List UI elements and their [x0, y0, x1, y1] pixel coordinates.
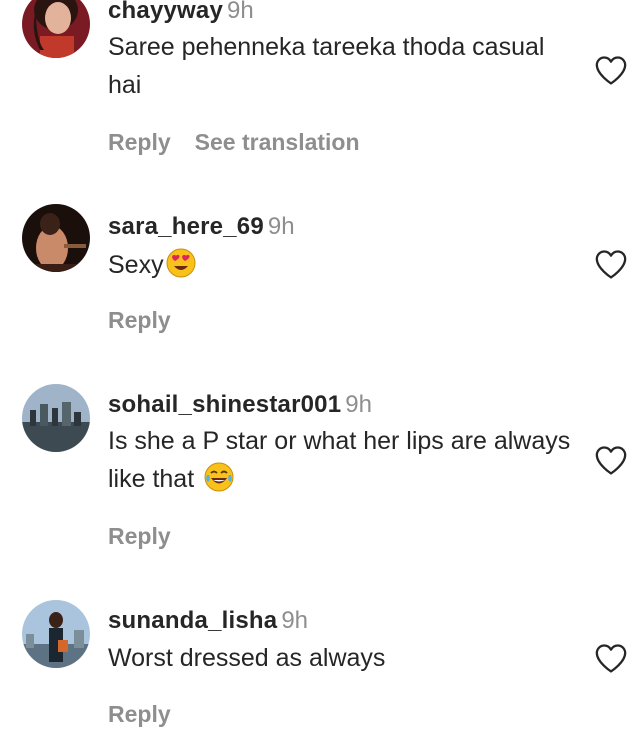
comment-actions: Reply [108, 700, 171, 728]
comment-header: sunanda_lisha 9h [108, 606, 308, 636]
avatar[interactable] [22, 204, 90, 272]
timestamp: 9h [267, 213, 295, 240]
heart-eyes-emoji [166, 248, 196, 278]
avatar[interactable] [22, 384, 90, 452]
comment-text-content: Is she a P star or what her lips are alw… [108, 427, 571, 493]
username[interactable]: sunanda_lisha [108, 607, 277, 634]
tears-of-joy-emoji [204, 462, 234, 492]
comment-actions: Reply See translation [108, 128, 360, 156]
comment-actions: Reply [108, 522, 171, 550]
comment-text: Saree pehenneka tareeka thoda casual hai [108, 33, 545, 99]
comment-header: sohail_shinestar001 9h [108, 390, 372, 420]
avatar[interactable] [22, 600, 90, 668]
heart-outline-icon[interactable] [594, 54, 628, 86]
comment-header: sara_here_69 9h [108, 212, 295, 242]
comment-header: chayyway 9h [108, 0, 254, 26]
reply-button[interactable]: Reply [108, 129, 171, 155]
reply-button[interactable]: Reply [108, 701, 171, 727]
timestamp: 9h [345, 391, 372, 418]
comment-text: Worst dressed as always [108, 644, 386, 672]
username[interactable]: chayyway [108, 0, 223, 24]
username[interactable]: sara_here_69 [108, 213, 264, 240]
comment-actions: Reply [108, 306, 171, 334]
avatar[interactable] [22, 0, 90, 58]
comment-text-content: Sexy [108, 251, 164, 279]
comment-item: chayyway 9h Saree pehenneka tareeka thoda… [0, 0, 640, 180]
comment-text: Is she a P star or what her lips are alw… [108, 422, 578, 498]
heart-outline-icon[interactable] [594, 444, 628, 476]
username[interactable]: sohail_shinestar001 [108, 391, 341, 418]
comment-text: Sexy [108, 246, 578, 284]
timestamp: 9h [281, 607, 309, 634]
heart-outline-icon[interactable] [594, 248, 628, 280]
comment-item: sunanda_lisha 9h Worst dressed as always … [0, 596, 640, 752]
comment-item: sohail_shinestar001 9h Is she a P star or… [0, 380, 640, 580]
timestamp: 9h [227, 0, 254, 24]
heart-outline-icon[interactable] [594, 642, 628, 674]
see-translation-button[interactable]: See translation [195, 129, 360, 155]
comment-item: sara_here_69 9h Sexy Reply [0, 200, 640, 360]
reply-button[interactable]: Reply [108, 523, 171, 549]
reply-button[interactable]: Reply [108, 307, 171, 333]
